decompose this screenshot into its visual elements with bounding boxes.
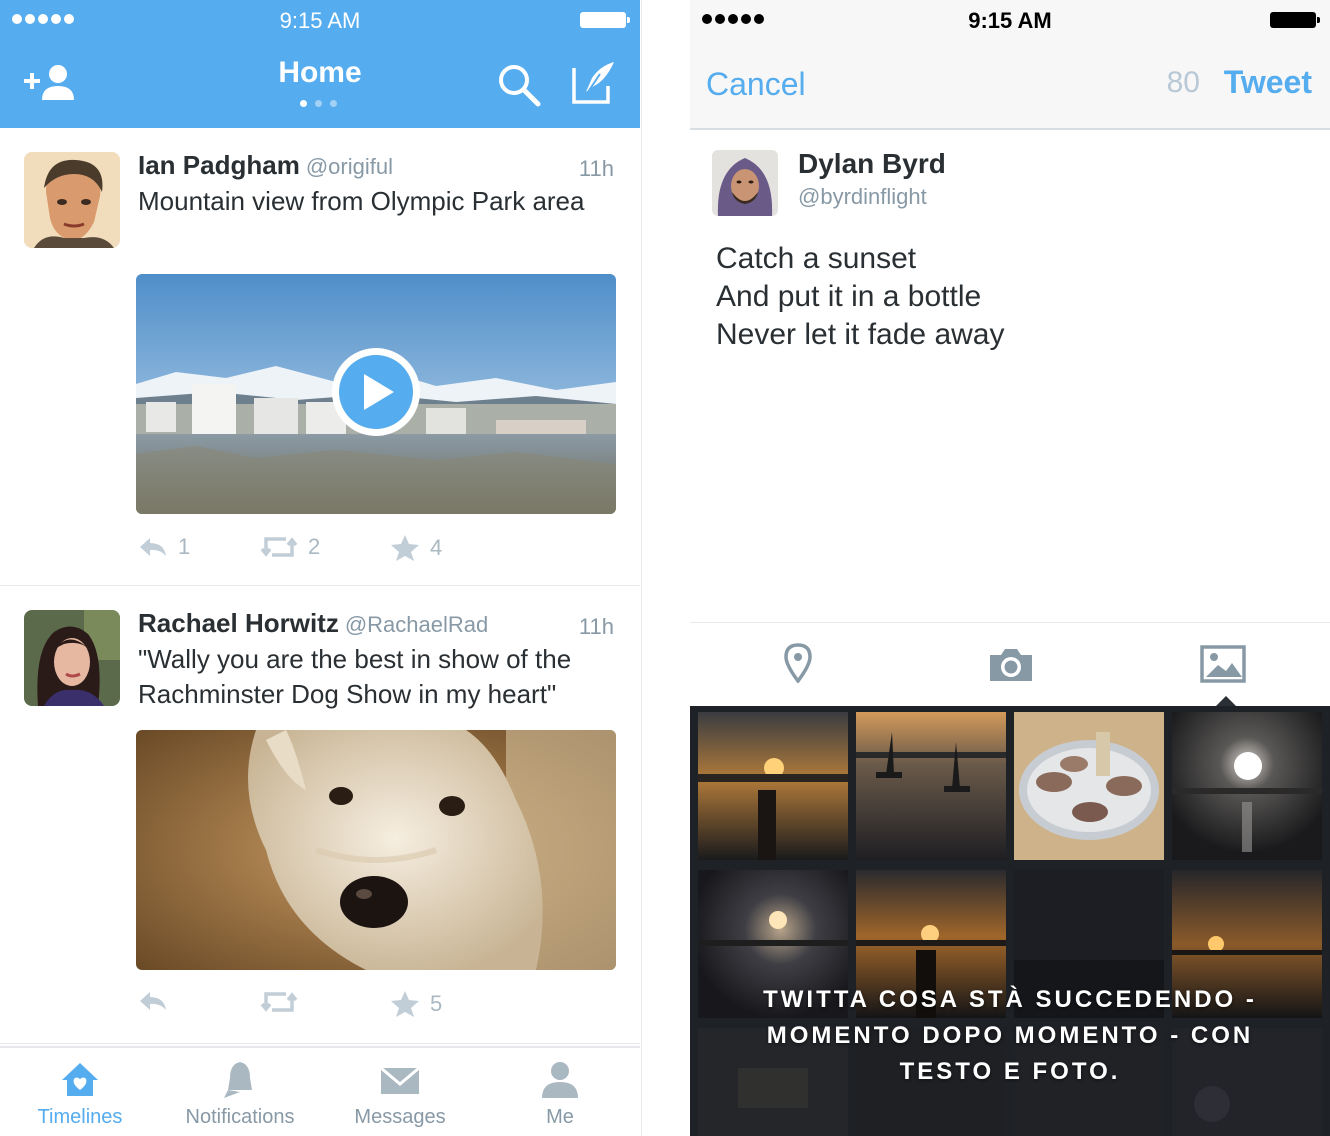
tab-notifications[interactable]: Notifications	[160, 1048, 320, 1136]
avatar[interactable]	[24, 152, 120, 248]
author-handle: @origiful	[305, 154, 393, 179]
page-title: Home	[278, 56, 362, 89]
tweet-text: Mountain view from Olympic Park area	[138, 186, 585, 216]
tab-label: Timelines	[37, 1106, 123, 1128]
promo-line: MOMENTO DOPO MOMENTO - CON	[766, 1022, 1254, 1049]
character-counter: 80	[1166, 66, 1200, 99]
tab-label: Messages	[354, 1106, 446, 1128]
photo-gallery-icon[interactable]	[1200, 645, 1246, 688]
reply-button[interactable]	[138, 990, 178, 1012]
reply-count: 1	[178, 534, 191, 559]
gallery-pointer	[1216, 696, 1236, 706]
camera-icon[interactable]	[988, 647, 1034, 688]
tweet-timestamp: 11h	[578, 156, 614, 181]
promo-line: TESTO E FOTO.	[899, 1058, 1121, 1085]
favorite-count: 5	[430, 991, 443, 1016]
navigation-bar: 9:15 AM Home	[0, 0, 640, 128]
tab-me[interactable]: Me	[480, 1048, 640, 1136]
tab-label: Me	[546, 1106, 574, 1128]
compose-header: 9:15 AM Cancel 80 Tweet	[690, 0, 1330, 130]
tweet-text: "Wally you are the best in show of the R…	[138, 644, 572, 709]
avatar[interactable]	[24, 610, 120, 706]
status-time: 9:15 AM	[279, 8, 361, 33]
screen-gap	[642, 0, 690, 1136]
tweet-button[interactable]: Tweet	[1224, 64, 1312, 101]
gallery-photo[interactable]	[1172, 712, 1322, 860]
battery-icon	[580, 12, 630, 28]
timeline-page-indicator	[300, 100, 337, 107]
status-time: 9:15 AM	[968, 8, 1052, 33]
battery-icon	[1270, 12, 1320, 28]
app-store-screenshot: 9:15 AM Home Ian Padgham @origiful 11h M…	[0, 0, 1330, 1136]
compose-line: And put it in a bottle	[716, 280, 982, 313]
author-handle: @RachaelRad	[344, 612, 489, 637]
user-handle: @byrdinflight	[798, 184, 927, 209]
tab-bar: Timelines Notifications Messages Me	[0, 1046, 640, 1136]
bell-icon	[224, 1062, 252, 1098]
status-bar: 9:15 AM	[690, 0, 1330, 40]
reply-icon	[140, 992, 166, 1010]
user-name: Dylan Byrd	[798, 148, 946, 179]
retweet-button[interactable]: 2	[260, 534, 320, 560]
retweet-icon	[260, 537, 298, 557]
cancel-button[interactable]: Cancel	[706, 66, 806, 103]
envelope-icon	[380, 1066, 420, 1094]
compose-line: Never let it fade away	[716, 318, 1005, 351]
status-bar: 9:15 AM	[0, 0, 640, 40]
star-icon	[391, 535, 419, 561]
author-name: Ian Padgham	[138, 150, 300, 180]
search-icon[interactable]	[496, 62, 542, 113]
gallery-photo[interactable]	[698, 712, 848, 860]
gallery-photo[interactable]	[1014, 712, 1164, 860]
author-name: Rachael Horwitz	[138, 608, 339, 638]
tweet-item[interactable]: Ian Padgham @origiful 11h Mountain view f…	[0, 128, 640, 586]
tweet-photo[interactable]	[136, 730, 616, 970]
favorite-count: 4	[430, 535, 443, 560]
retweet-button[interactable]	[260, 990, 308, 1014]
person-icon	[542, 1062, 578, 1098]
home-timeline-screen: 9:15 AM Home Ian Padgham @origiful 11h M…	[0, 0, 642, 1136]
tweet-item[interactable]: Rachael Horwitz @RachaelRad 11h "Wally yo…	[0, 586, 640, 1044]
reply-icon	[140, 538, 166, 556]
tweet-author[interactable]: Rachael Horwitz @RachaelRad	[138, 608, 488, 639]
compose-line: Catch a sunset	[716, 242, 917, 275]
tweet-video[interactable]	[136, 274, 616, 514]
home-icon	[62, 1063, 98, 1096]
tweet-author[interactable]: Ian Padgham @origiful	[138, 150, 393, 181]
tab-timelines[interactable]: Timelines	[0, 1048, 160, 1136]
promo-line: TWITTA COSA STÀ SUCCEDENDO -	[763, 986, 1257, 1013]
compose-toolbar	[690, 622, 1330, 706]
star-icon	[391, 991, 419, 1017]
retweet-count: 2	[308, 534, 321, 559]
tweet-actions: 1 2 4	[138, 534, 558, 564]
favorite-button[interactable]: 4	[390, 534, 442, 562]
tab-messages[interactable]: Messages	[320, 1048, 480, 1136]
gallery-photo[interactable]	[856, 712, 1006, 860]
tweet-actions: 5	[138, 990, 558, 1020]
favorite-button[interactable]: 5	[390, 990, 442, 1018]
compose-icon[interactable]	[570, 58, 618, 111]
avatar	[712, 150, 778, 216]
promo-caption: TWITTA COSA STÀ SUCCEDENDO - MOMENTO DOP…	[690, 982, 1330, 1090]
retweet-icon	[260, 992, 298, 1012]
tweet-timestamp: 11h	[578, 614, 614, 639]
tab-label: Notifications	[185, 1106, 295, 1128]
compose-text-area[interactable]: Catch a sunset And put it in a bottle Ne…	[716, 240, 1004, 354]
compose-tweet-screen: 9:15 AM Cancel 80 Tweet Dylan Byrd @byrd…	[690, 0, 1330, 1136]
reply-button[interactable]: 1	[138, 534, 190, 560]
location-pin-icon[interactable]	[784, 643, 812, 688]
